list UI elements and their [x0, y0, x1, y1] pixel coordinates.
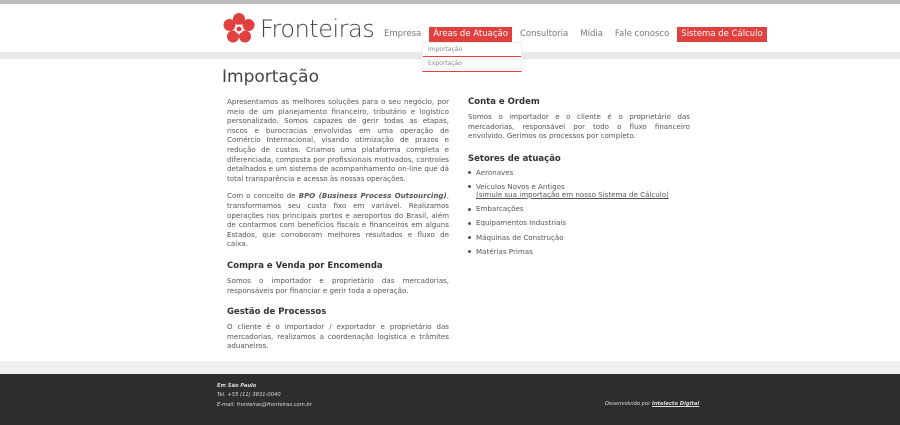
main-nav: Empresa Áreas de Atuação Consultoria Míd… [380, 26, 771, 42]
footer-city: Em São Paulo [217, 383, 257, 389]
sectors-list: Aeronaves Veículos Novos e Antigos (simul… [468, 168, 690, 256]
flower-logo-icon [223, 13, 255, 43]
nav-sistema-de-calculo[interactable]: Sistema de Cálculo [677, 26, 767, 42]
intro-paragraph: Apresentamos as melhores soluções para o… [227, 97, 449, 183]
nav-fale-conosco[interactable]: Fale conosco [611, 27, 673, 42]
left-column: Apresentamos as melhores soluções para o… [227, 97, 449, 351]
page-title: Importação [222, 67, 320, 87]
footer-email[interactable]: E-mail: fronteiras@fronteiras.com.br [217, 401, 312, 410]
nav-midia[interactable]: Mídia [576, 27, 607, 42]
bpo-text-before: Com o conceito de [227, 191, 299, 201]
footer-phone: Tel. +55 (11) 3831-0040 [217, 392, 281, 399]
nav-empresa[interactable]: Empresa [380, 27, 425, 42]
footer-contact: Em São Paulo Tel. +55 (11) 3831-0040 E-m… [217, 382, 312, 410]
sector-item: Matérias Primas [468, 247, 690, 256]
footer [0, 374, 900, 425]
sector-item: Máquinas de Construção [468, 233, 690, 242]
sector-item: Embarcações [468, 205, 690, 213]
compra-venda-text: Somos o importador e proprietário das me… [227, 275, 449, 295]
footer-spacer [0, 361, 900, 374]
compra-venda-heading: Compra e Venda por Encomenda [227, 260, 383, 271]
brand-name: Fronteiras [260, 15, 375, 43]
sector-item: Equipamentos Industriais [468, 219, 690, 227]
conta-ordem-heading: Conta e Ordem [468, 97, 540, 107]
gestao-processos-text: O cliente é o importador / exportador e … [227, 322, 449, 351]
conta-ordem-text: Somos o importador e o cliente é o propr… [468, 112, 690, 141]
right-column: Conta e Ordem Somos o importador e o cli… [468, 97, 690, 262]
gestao-processos-heading: Gestão de Processos [227, 307, 327, 318]
nav-consultoria[interactable]: Consultoria [516, 27, 572, 42]
sectors-heading: Setores de atuação [468, 153, 561, 164]
sector-item: Aeronaves [468, 168, 690, 177]
footer-credit-prefix: Desenvolvido por [605, 401, 652, 407]
dropdown-item-importacao[interactable]: Importação [423, 43, 521, 57]
sector-item: Veículos Novos e Antigos (simule sua impo… [468, 182, 690, 199]
logo[interactable]: Fronteiras [222, 12, 375, 46]
bpo-paragraph: Com o conceito de BPO (Business Process … [227, 191, 449, 249]
areas-dropdown: Importação Exportação [422, 42, 522, 72]
sectors-section: Setores de atuação Aeronaves Veículos No… [468, 154, 690, 256]
footer-credit: Desenvolvido por Intelecto Digital [605, 401, 699, 407]
nav-areas-de-atuacao[interactable]: Áreas de Atuação [429, 26, 512, 42]
bpo-term: BPO (Business Process Outsourcing) [298, 191, 447, 201]
developer-link[interactable]: Intelecto Digital [652, 401, 699, 407]
dropdown-item-exportacao[interactable]: Exportação [423, 57, 521, 71]
simulate-import-link[interactable]: (simule sua importação em nosso Sistema … [476, 190, 690, 199]
